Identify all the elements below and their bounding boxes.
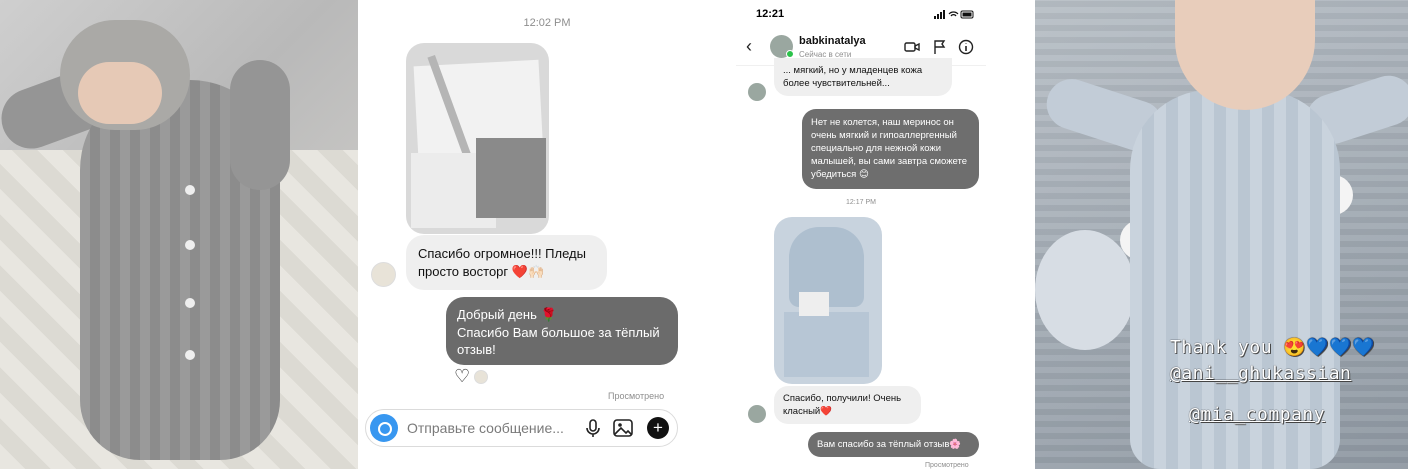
camera-icon[interactable] — [370, 414, 398, 442]
message-timestamp: 12:17 PM — [846, 199, 876, 206]
outgoing-message-text: Вам спасибо за тёплый отзыв🌸 — [817, 439, 962, 450]
baby-arm-right — [230, 60, 290, 190]
incoming-message: ... мягкий, но у младенцев кожа более чу… — [774, 58, 952, 97]
photo-message[interactable] — [406, 43, 549, 234]
flag-icon[interactable] — [932, 39, 948, 55]
image-icon[interactable] — [612, 417, 634, 439]
status-bar: 12:21 — [736, 0, 986, 28]
message-composer[interactable]: Отправьте сообщение... + — [365, 409, 678, 447]
video-call-icon[interactable] — [904, 39, 920, 55]
story-caption: Thank you 😍💙💙💙 — [1170, 337, 1376, 358]
sender-avatar[interactable] — [748, 405, 766, 423]
microphone-icon[interactable] — [582, 417, 604, 439]
back-icon[interactable]: ‹ — [746, 36, 752, 57]
incoming-message: Спасибо огромное!!! Пледы просто восторг… — [406, 235, 607, 291]
message-timestamp: 12:02 PM — [523, 17, 571, 29]
outgoing-message: Нет не колется, наш меринос он очень мяг… — [802, 109, 979, 189]
incoming-message-text: Спасибо, получили! Очень класный❤️ — [783, 393, 902, 418]
chat-screenshot-2: 12:21 ‹ babkinatalya Сейчас в сети ... м… — [736, 0, 986, 469]
sender-avatar[interactable] — [371, 262, 396, 287]
info-icon[interactable] — [958, 39, 974, 55]
status-time: 12:21 — [756, 8, 785, 20]
outgoing-message: Добрый день 🌹 Спасибо Вам большое за тёп… — [446, 297, 678, 365]
story-mention[interactable]: @mia_company — [1189, 404, 1325, 425]
story-mention[interactable]: @ani__ghukassian — [1170, 363, 1351, 384]
seen-label: Просмотрено — [608, 391, 665, 401]
online-indicator — [786, 50, 794, 58]
reactor-avatar — [474, 370, 488, 384]
contact-name[interactable]: babkinatalya — [799, 35, 866, 47]
status-icons — [934, 10, 974, 19]
incoming-message-text: ... мягкий, но у младенцев кожа более чу… — [783, 65, 923, 90]
incoming-message: Спасибо, получили! Очень класный❤️ — [774, 386, 921, 425]
blue-set — [784, 312, 869, 377]
photo-message[interactable] — [774, 217, 882, 384]
baby-face — [78, 62, 162, 124]
outgoing-message: Вам спасибо за тёплый отзыв🌸 — [808, 432, 979, 458]
heart-reaction-icon[interactable]: ♡ — [454, 366, 470, 386]
overall-button — [185, 298, 195, 308]
add-button[interactable]: + — [647, 417, 669, 439]
gift-card — [799, 292, 829, 316]
seen-label: Просмотрено — [925, 462, 969, 469]
overall-button — [185, 240, 195, 250]
baby-photo-right: Thank you 😍💙💙💙 @ani__ghukassian @mia_com… — [1035, 0, 1408, 469]
outgoing-message-text: Нет не колется, наш меринос он очень мяг… — [811, 117, 968, 181]
chat-screenshot-1: 12:02 PM Спасибо огромное!!! Пледы прост… — [358, 0, 736, 469]
sender-avatar[interactable] — [748, 83, 766, 101]
message-input[interactable]: Отправьте сообщение... — [407, 420, 564, 436]
knitted-hat — [1035, 230, 1135, 350]
outgoing-message-line: Спасибо Вам большое за тёплый отзыв! — [457, 324, 660, 358]
outgoing-message-line: Добрый день 🌹 — [457, 307, 557, 322]
overall-button — [185, 350, 195, 360]
grey-blanket — [476, 138, 546, 218]
baby-photo-left — [0, 0, 358, 469]
overall-button — [185, 185, 195, 195]
incoming-message-text: Спасибо огромное!!! Пледы просто восторг… — [418, 246, 586, 279]
